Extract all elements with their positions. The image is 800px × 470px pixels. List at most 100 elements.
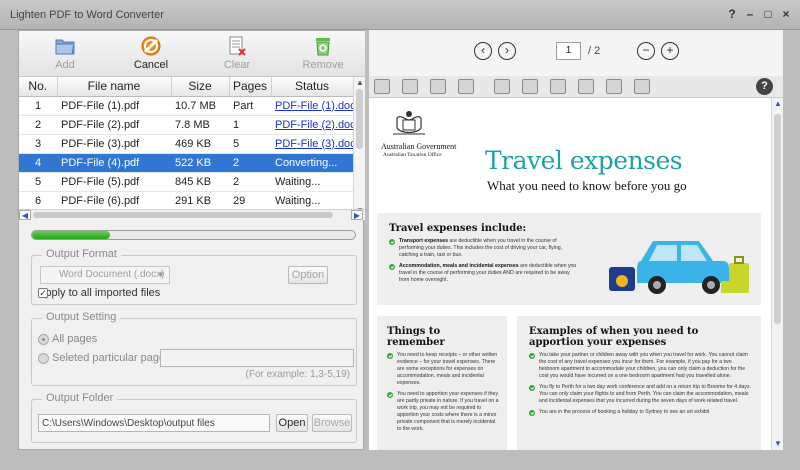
scrollbar-thumb[interactable] [774,114,781,324]
preview-vertical-scrollbar[interactable]: ▲ ▼ [771,98,783,450]
document-title: Travel expenses [485,146,683,175]
scroll-up-icon[interactable]: ▲ [354,77,365,89]
table-row[interactable]: 3 PDF-File (3).pdf 469 KB 5 PDF-File (3)… [19,134,353,154]
eye-icon[interactable] [374,79,390,94]
cell-size: 10.7 MB [171,96,229,116]
check-icon [389,239,395,245]
check-icon [529,353,535,359]
list-item: You take your partner or children away w… [529,352,753,380]
single-page-icon[interactable] [494,79,510,94]
cancel-icon [140,35,162,57]
column-icon[interactable] [550,79,566,94]
page-settings-icon[interactable] [578,79,594,94]
image-icon[interactable] [430,79,446,94]
selected-pages-label: Seleted particular pages [52,352,171,364]
checkbox-checked-icon: ✓ [38,288,48,298]
col-header-size[interactable]: Size [171,77,230,97]
cell-no: 2 [19,115,57,135]
minimize-icon[interactable]: – [742,6,758,22]
cell-size: 291 KB [171,191,229,211]
check-icon [389,264,395,270]
col-header-pages[interactable]: Pages [229,77,272,97]
scrollbar-thumb[interactable] [33,212,333,218]
two-page-icon[interactable] [522,79,538,94]
cell-pages: Part [229,96,271,116]
cell-no: 5 [19,172,57,192]
cell-no: 1 [19,96,57,116]
table-view-icon[interactable] [634,79,650,94]
cell-file-name: PDF-File (6).pdf [57,191,171,211]
cell-no: 4 [19,153,57,173]
window-title: Lighten PDF to Word Converter [10,9,164,21]
scroll-left-icon[interactable]: ◀ [19,210,31,220]
file-list-vertical-scrollbar[interactable]: ▲ ▼ [353,77,365,217]
scroll-up-icon[interactable]: ▲ [772,98,784,110]
col-header-status[interactable]: Status [271,77,354,97]
add-button[interactable]: Add [35,35,95,71]
page-minus-icon[interactable] [458,79,474,94]
radio-unselected-icon [38,352,49,364]
document-subtitle: What you need to know before you go [487,178,687,193]
table-row-selected[interactable]: 4 PDF-File (4).pdf 522 KB 2 Converting..… [19,153,353,173]
apply-all-label: Apply to all imported files [38,287,161,299]
zoom-out-icon[interactable]: − [637,42,655,60]
output-file-link[interactable]: PDF-File (1).docx [275,100,353,112]
radio-selected-icon [38,333,49,345]
cancel-button[interactable]: Cancel [121,35,181,71]
maximize-icon[interactable]: □ [760,6,776,22]
examples-heading: Examples of when you need to apportion y… [529,326,699,348]
output-file-link[interactable]: PDF-File (2).docx [275,119,353,131]
page-range-hint: (For example: 1,3-5,19) [245,369,351,380]
selected-pages-radio[interactable]: Seleted particular pages [38,352,171,364]
table-row[interactable]: 5 PDF-File (5).pdf 845 KB 2 Waiting... [19,172,353,192]
output-setting-group: Output Setting All pages Seleted particu… [31,311,357,386]
zoom-in-icon[interactable]: + [661,42,679,60]
col-header-no[interactable]: No. [19,77,58,97]
output-format-group: Output Format Word Document (.docx) ▼ Op… [31,248,357,305]
help-icon[interactable]: ? [756,78,773,95]
list-item: You need to keep receipts – or other wri… [387,352,499,387]
help-icon[interactable]: ? [724,6,740,22]
scrollbar-thumb[interactable] [356,89,363,149]
open-folder-button[interactable]: Open [276,414,308,432]
clear-button[interactable]: Clear [207,35,267,71]
previous-page-icon[interactable]: ‹ [474,42,492,60]
page-total: / 2 [588,45,601,57]
examples-box: Examples of when you need to apportion y… [517,316,761,450]
table-row[interactable]: 1 PDF-File (1).pdf 10.7 MB Part PDF-File… [19,96,353,116]
scroll-down-icon[interactable]: ▼ [772,438,784,450]
option-button[interactable]: Option [288,266,328,284]
cell-file-name: PDF-File (4).pdf [57,153,171,173]
file-list-horizontal-scrollbar[interactable]: ◀ ▶ [19,209,365,220]
all-pages-label: All pages [52,333,98,345]
fit-width-icon[interactable] [606,79,622,94]
output-folder-path-input[interactable]: C:\Users\Windows\Desktop\output files [38,414,270,432]
cell-pages: 2 [229,153,271,173]
page-number-input[interactable]: 1 [556,42,581,60]
table-row[interactable]: 6 PDF-File (6).pdf 291 KB 29 Waiting... [19,191,353,211]
table-row[interactable]: 2 PDF-File (2).pdf 7.8 MB 1 PDF-File (2)… [19,115,353,135]
remove-button[interactable]: Remove [293,35,353,71]
page-range-input[interactable] [160,349,354,367]
cell-file-name: PDF-File (3).pdf [57,134,171,154]
file-toolbar: Add Cancel Clear Remove [19,31,365,77]
cell-status: PDF-File (1).docx [271,96,353,116]
cell-pages: 5 [229,134,271,154]
output-setting-label: Output Setting [42,311,121,323]
output-folder-label: Output Folder [42,392,118,404]
next-page-icon[interactable]: › [498,42,516,60]
col-header-file-name[interactable]: File name [57,77,172,97]
close-icon[interactable]: × [778,6,794,22]
output-format-select[interactable]: Word Document (.docx) ▼ [40,266,170,284]
cell-status: PDF-File (2).docx [271,115,353,135]
grid-icon[interactable] [402,79,418,94]
check-icon [387,392,393,398]
browse-button[interactable]: Browse [312,414,352,432]
preview-panel: ‹ › 1 / 2 − + ? Australian Government Au… [369,30,783,450]
all-pages-radio[interactable]: All pages [38,333,97,345]
apply-all-checkbox[interactable]: ✓ Apply to all imported files [38,287,160,299]
output-file-link[interactable]: PDF-File (3).docx [275,138,353,150]
cancel-label: Cancel [133,59,169,71]
scroll-right-icon[interactable]: ▶ [351,210,363,220]
things-to-remember-box: Things to remember You need to keep rece… [377,316,507,450]
